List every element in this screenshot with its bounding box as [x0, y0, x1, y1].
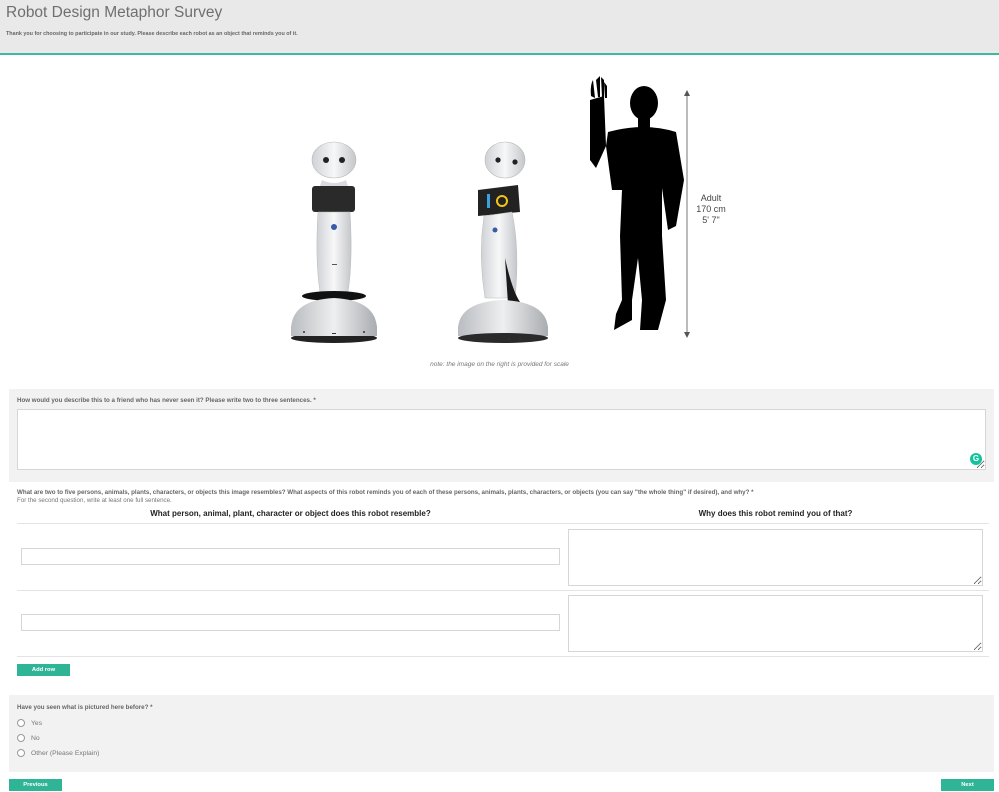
question-3-label: Have you seen what is pictured here befo…	[17, 704, 153, 711]
grammarly-icon[interactable]: G	[970, 453, 982, 465]
resemble-input-1[interactable]	[21, 548, 560, 565]
scale-label-line-2: 170 cm	[696, 204, 726, 214]
scale-label-line-1: Adult	[700, 193, 722, 203]
table-divider	[17, 523, 989, 524]
radio-option-no[interactable]: No	[17, 734, 40, 742]
radio-option-other[interactable]: Other (Please Explain)	[17, 749, 99, 757]
question-2-sub: For the second question, write at least …	[17, 497, 172, 504]
description-textarea[interactable]	[17, 409, 986, 470]
add-row-button[interactable]: Add row	[17, 664, 70, 676]
radio-circle[interactable]	[17, 749, 25, 757]
resemble-input-2[interactable]	[21, 614, 560, 631]
table-divider	[17, 656, 989, 657]
table-divider	[17, 590, 989, 591]
radio-option-yes[interactable]: Yes	[17, 719, 42, 727]
next-button[interactable]: Next	[941, 779, 994, 791]
survey-header: Robot Design Metaphor Survey Thank you f…	[0, 0, 999, 55]
radio-label: No	[31, 734, 40, 742]
question-3-panel	[9, 695, 994, 772]
column-header-why: Why does this robot remind you of that?	[698, 509, 853, 518]
why-textarea-2[interactable]	[568, 595, 983, 652]
human-scale-silhouette	[590, 76, 684, 330]
page-title: Robot Design Metaphor Survey	[6, 4, 223, 21]
radio-label: Yes	[31, 719, 43, 727]
intro-text: Thank you for choosing to participate in…	[6, 31, 298, 37]
why-textarea-1[interactable]	[568, 529, 983, 586]
radio-circle[interactable]	[17, 734, 25, 742]
radio-circle[interactable]	[17, 719, 25, 727]
question-2-label: What are two to five persons, animals, p…	[17, 489, 754, 496]
robot-image	[291, 76, 690, 343]
column-header-resemble: What person, animal, plant, character or…	[150, 509, 431, 518]
previous-button[interactable]: Previous	[9, 779, 62, 791]
question-1-label: How would you describe this to a friend …	[17, 397, 316, 404]
robot-side-view	[458, 141, 548, 343]
robot-front-view	[291, 141, 377, 343]
robot-figure: Adult 170 cm 5' 7"	[0, 57, 999, 387]
scale-label: Adult 170 cm 5' 7"	[689, 193, 733, 226]
scale-label-line-3: 5' 7"	[702, 215, 720, 225]
radio-label: Other (Please Explain)	[31, 749, 100, 757]
figure-caption: note: the image on the right is provided…	[430, 361, 569, 368]
